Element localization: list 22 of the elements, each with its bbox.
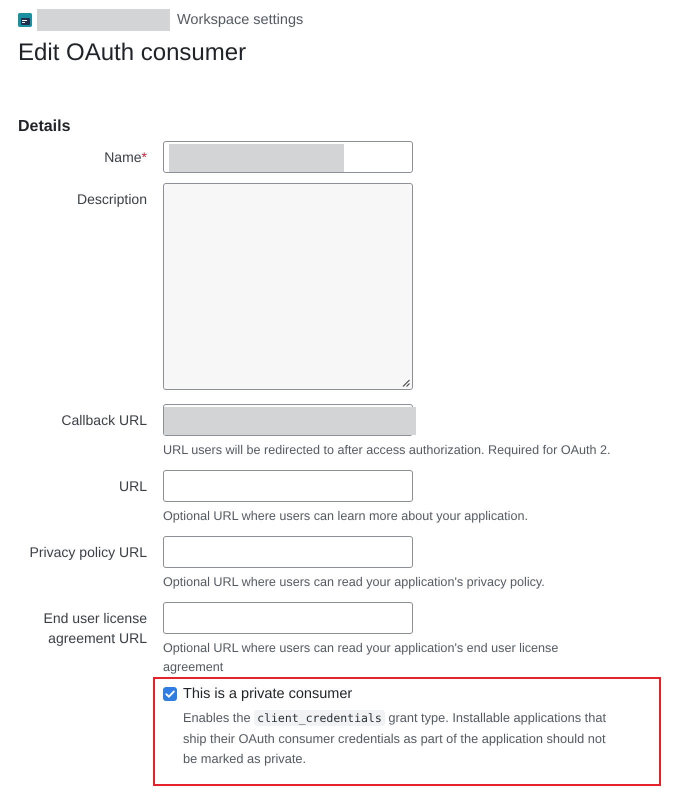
checkbox-description: Enables the client_credentials grant type. Installable applications that ship their OAuth consumer credentials as part of the application should not be marked as private. (183, 709, 608, 768)
text-field[interactable] (163, 470, 413, 502)
breadcrumb-link[interactable]: Workspace settings (177, 11, 304, 29)
checkbox[interactable] (163, 687, 177, 701)
checkbox-label[interactable]: This is a private consumer (183, 684, 352, 704)
text-field[interactable] (163, 536, 413, 568)
section-heading: Details (18, 117, 70, 137)
field-label: URL (118, 477, 147, 496)
field-label: Description (76, 190, 147, 209)
text-field[interactable] (163, 141, 413, 173)
text-field[interactable] (163, 602, 413, 634)
field-label: Name* (104, 148, 147, 167)
window-icon (18, 13, 32, 27)
help-text: Optional URL where users can read your application's end user license agreement (163, 640, 560, 676)
page-title: Edit OAuth consumer (18, 38, 246, 68)
field-label: Callback URL (61, 411, 147, 430)
help-text: Optional URL where users can read your application's privacy policy. (163, 574, 546, 591)
help-text: URL users will be redirected to after access authorization. Required for OAuth 2. (163, 442, 611, 459)
field-label: Privacy policy URL (30, 543, 147, 562)
field-label: End user license agreement URL (42, 609, 147, 648)
resize-grip-icon[interactable] (402, 379, 410, 387)
help-text: Optional URL where users can learn more about your application. (163, 508, 529, 525)
